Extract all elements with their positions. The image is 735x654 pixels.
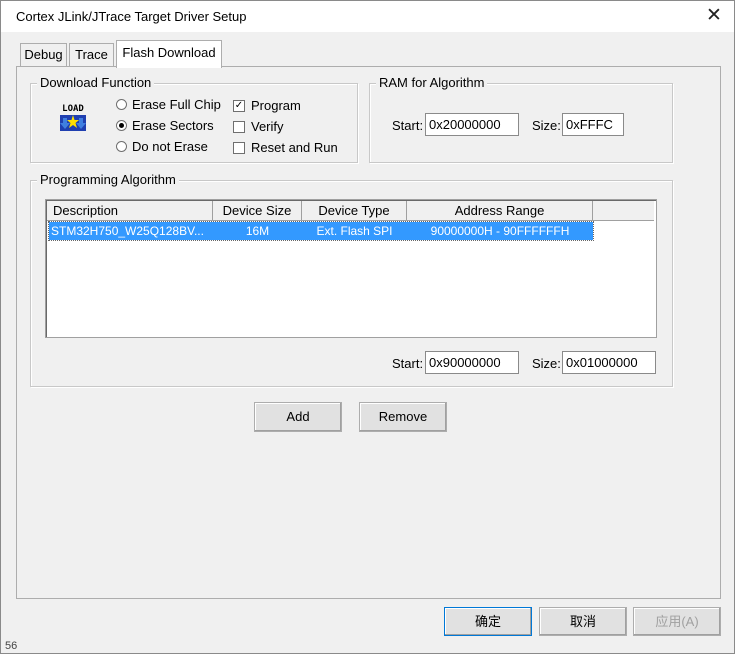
ok-button[interactable]: 确定 [444,607,532,636]
erase-sectors-label: Erase Sectors [132,118,214,133]
load-icon: LOAD [57,101,89,133]
tab-debug-label: Debug [24,47,63,62]
load-icon-text: LOAD [62,104,84,114]
program-label: Program [251,98,301,113]
row-device-type: Ext. Flash SPI [316,224,393,238]
tab-debug[interactable]: Debug [20,43,67,66]
programming-algorithm-title: Programming Algorithm [37,172,179,187]
column-header-device-type[interactable]: Device Type [302,201,407,221]
cancel-button[interactable]: 取消 [539,607,627,636]
radio-erase-sectors[interactable] [116,120,127,131]
row-description: STM32H750_W25Q128BV... [51,224,204,238]
tab-flash-download-label: Flash Download [122,45,216,60]
ram-size-input[interactable]: 0xFFFC [562,113,624,136]
column-header-filler [593,201,654,221]
algo-size-input[interactable]: 0x01000000 [562,351,656,374]
reset-and-run-checkbox[interactable] [233,142,245,154]
program-checkbox[interactable]: ✓ [233,100,245,112]
tab-trace[interactable]: Trace [69,43,114,66]
verify-checkbox[interactable] [233,121,245,133]
remove-button[interactable]: Remove [359,402,447,432]
tab-trace-label: Trace [75,47,108,62]
ram-size-label: Size: [532,118,561,133]
algo-start-label: Start: [392,356,424,371]
algo-start-input[interactable]: 0x90000000 [425,351,519,374]
algo-size-label: Size: [532,356,561,371]
apply-button[interactable]: 应用(A) [633,607,721,636]
radio-erase-full-chip[interactable] [116,99,127,110]
verify-label: Verify [251,119,284,134]
ram-start-input[interactable]: 0x20000000 [425,113,519,136]
add-button[interactable]: Add [254,402,342,432]
close-icon[interactable]: ✕ [702,3,726,29]
erase-full-chip-label: Erase Full Chip [132,97,221,112]
corner-text: 56 [5,640,18,652]
radio-selected-dot [119,123,124,128]
window-title: Cortex JLink/JTrace Target Driver Setup [16,9,247,24]
algorithm-list[interactable]: Description Device Size Device Type Addr… [45,199,657,338]
row-address-range: 90000000H - 90FFFFFFH [430,224,570,238]
tab-flash-download[interactable]: Flash Download [116,40,222,68]
ram-start-label: Start: [392,118,424,133]
column-header-address-range[interactable]: Address Range [407,201,593,221]
row-device-size: 16M [245,224,270,238]
do-not-erase-label: Do not Erase [132,139,208,154]
column-header-device-size[interactable]: Device Size [213,201,302,221]
ram-for-algorithm-title: RAM for Algorithm [376,75,488,90]
radio-do-not-erase[interactable] [116,141,127,152]
title-bar: Cortex JLink/JTrace Target Driver Setup … [1,1,734,32]
table-row[interactable]: STM32H750_W25Q128BV... 16M Ext. Flash SP… [48,221,594,241]
download-function-title: Download Function [37,75,155,90]
column-header-description[interactable]: Description [47,201,213,221]
reset-and-run-label: Reset and Run [251,140,338,155]
